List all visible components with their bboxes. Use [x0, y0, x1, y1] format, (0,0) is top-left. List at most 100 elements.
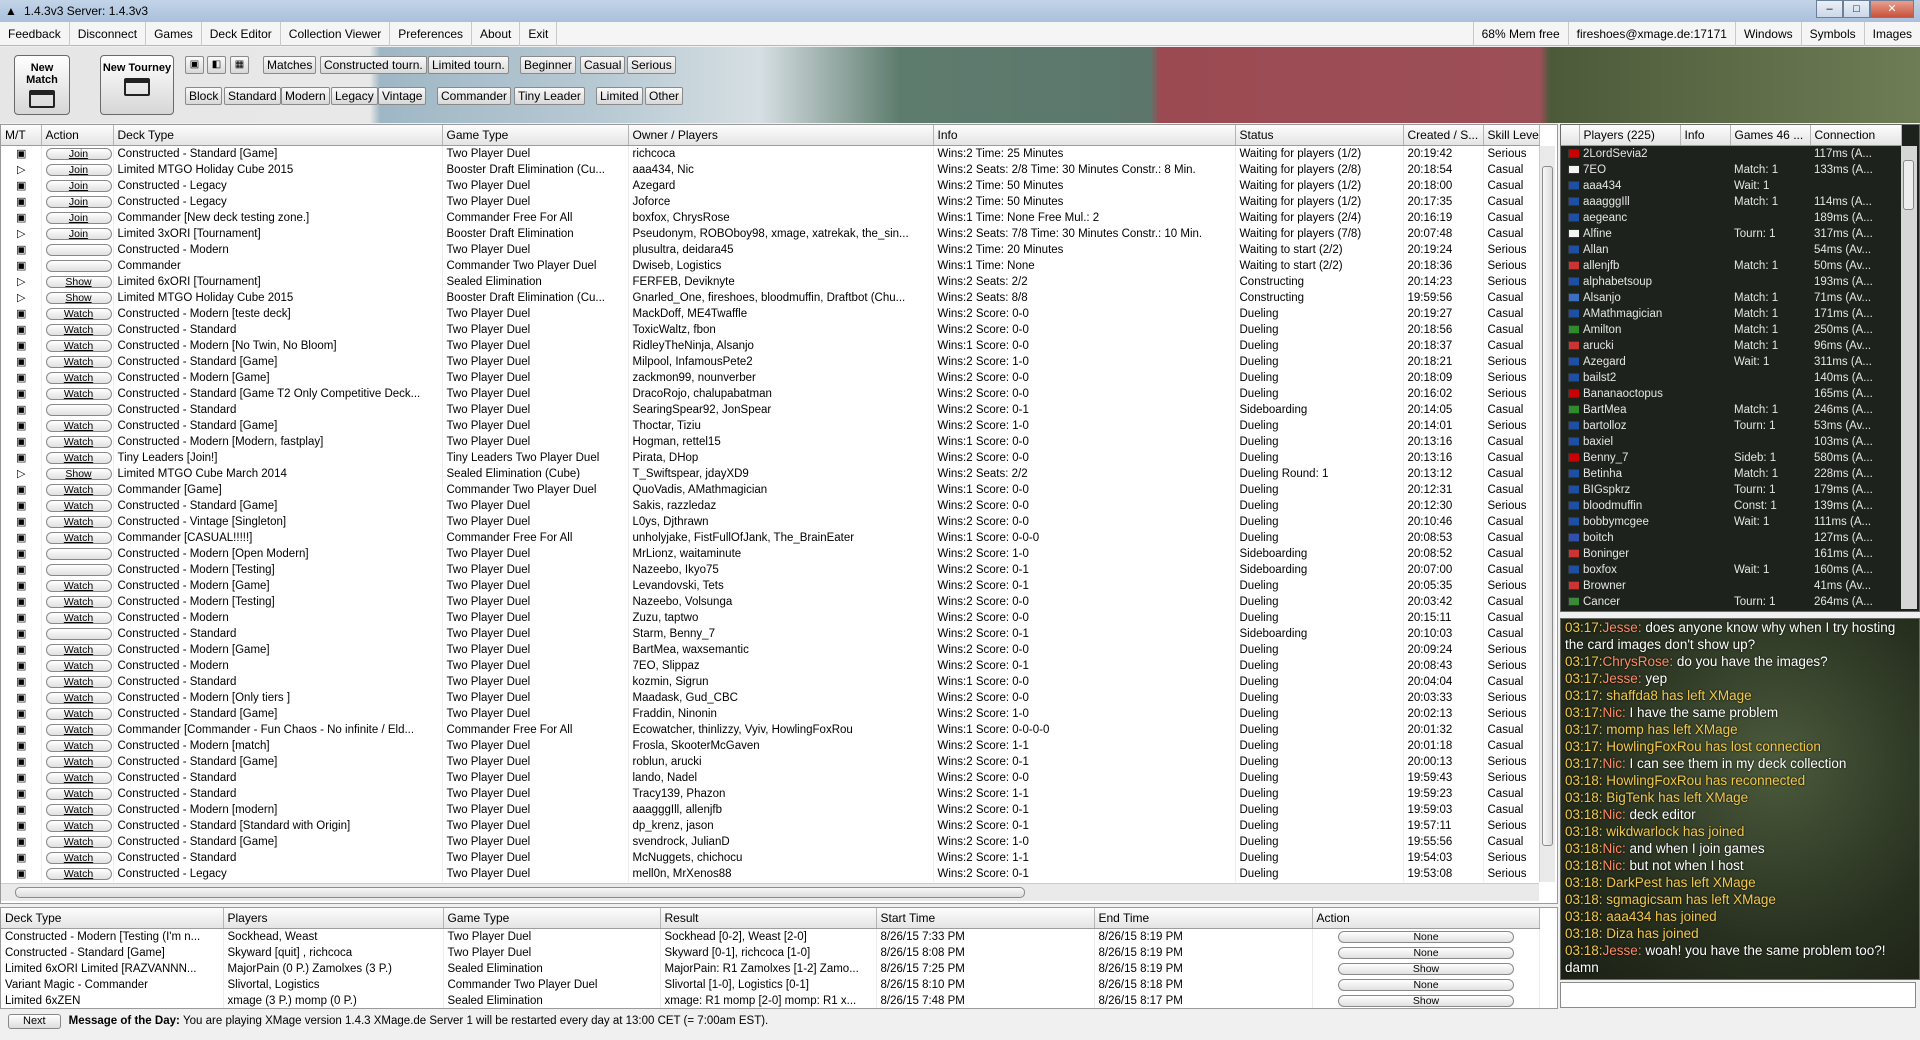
column-header[interactable]: Owner / Players [628, 125, 934, 146]
player-row[interactable]: aaagggIll Match: 1 114ms (A... [1561, 194, 1901, 210]
table-row[interactable]: ▣ Watch Constructed - Modern [Game] Two Pla… [1, 641, 1540, 658]
action-button-empty[interactable] [45, 627, 112, 640]
action-button-watch[interactable]: Watch [45, 643, 112, 656]
column-header[interactable]: Game Type [442, 125, 629, 146]
action-button-watch[interactable]: Watch [45, 867, 112, 880]
table-row[interactable]: ▣ Watch Constructed - Modern [modern] Two P… [1, 801, 1540, 818]
table-row[interactable]: ▣ Constructed - Modern [Testing] Two Playe… [1, 561, 1540, 578]
table-row[interactable]: ▣ Watch Constructed - Modern Two Player Due… [1, 657, 1540, 674]
action-button-watch[interactable]: Watch [45, 531, 112, 544]
action-button-watch[interactable]: Watch [45, 659, 112, 672]
filter-matches[interactable]: Matches [263, 56, 317, 74]
action-button-watch[interactable]: Watch [45, 739, 112, 752]
table-row[interactable]: ▷ Join Limited MTGO Holiday Cube 2015 Boost… [1, 161, 1540, 178]
filter-standard[interactable]: Standard [224, 87, 281, 105]
column-header[interactable]: Info [933, 125, 1236, 146]
action-button-empty[interactable] [45, 259, 112, 272]
table-row[interactable]: ▣ Watch Constructed - Standard [Game T2 On… [1, 385, 1540, 402]
player-row[interactable]: 7EO Match: 1 133ms (A... [1561, 162, 1901, 178]
scroll-thumb[interactable] [1542, 166, 1553, 846]
action-button-watch[interactable]: Watch [45, 707, 112, 720]
menu-collection-viewer[interactable]: Collection Viewer [281, 21, 391, 46]
table-row[interactable]: ▣ Watch Constructed - Vintage [Singleton] T… [1, 513, 1540, 530]
table-row[interactable]: ▣ Watch Constructed - Modern Two Player Due… [1, 609, 1540, 626]
next-button[interactable]: Next [8, 1013, 61, 1029]
games-horizontal-scrollbar[interactable] [1, 883, 1539, 901]
player-row[interactable]: Boninger 161ms (A... [1561, 546, 1901, 562]
player-row[interactable]: Allan 54ms (Av... [1561, 242, 1901, 258]
finished-column-header[interactable]: Deck Type [1, 908, 224, 929]
action-button-join[interactable]: Join [45, 195, 112, 208]
table-row[interactable]: ▣ Watch Tiny Leaders [Join!] Tiny Leaders T… [1, 449, 1540, 466]
finished-row[interactable]: Limited 6xORI Limited [RAZVANNN... MajorP… [1, 960, 1540, 977]
column-header[interactable]: Skill Leve [1483, 125, 1540, 146]
table-row[interactable]: ▣ Watch Constructed - Standard [Standard w… [1, 817, 1540, 834]
players-column-header[interactable]: Info [1680, 125, 1731, 146]
table-row[interactable]: ▣ Join Constructed - Standard [Game] Two Pl… [1, 145, 1540, 162]
table-row[interactable]: ▣ Constructed - Modern Two Player Duel plus… [1, 241, 1540, 258]
menu-feedback[interactable]: Feedback [0, 21, 70, 46]
action-button-watch[interactable]: Watch [45, 483, 112, 496]
table-row[interactable]: ▣ Watch Constructed - Standard Two Player D… [1, 769, 1540, 786]
action-button-watch[interactable]: Watch [45, 419, 112, 432]
table-row[interactable]: ▣ Constructed - Modern [Open Modern] Two P… [1, 545, 1540, 562]
table-row[interactable]: ▣ Watch Constructed - Standard [Game] Two P… [1, 497, 1540, 514]
players-scrollbar[interactable] [1901, 146, 1917, 609]
action-button-join[interactable]: Join [45, 179, 112, 192]
action-button-watch[interactable]: Watch [45, 803, 112, 816]
table-row[interactable]: ▣ Watch Constructed - Standard Two Player D… [1, 785, 1540, 802]
action-button-watch[interactable]: Watch [45, 595, 112, 608]
action-button-empty[interactable] [45, 243, 112, 256]
filter-limited[interactable]: Limited [596, 87, 643, 105]
close-icon[interactable]: ✕ [1870, 0, 1914, 18]
table-row[interactable]: ▣ Join Constructed - Legacy Two Player Duel… [1, 177, 1540, 194]
action-button-join[interactable]: Join [45, 227, 112, 240]
table-row[interactable]: ▣ Watch Constructed - Standard [Game] Two P… [1, 353, 1540, 370]
table-row[interactable]: ▣ Join Constructed - Legacy Two Player Duel… [1, 193, 1540, 210]
player-row[interactable]: bartolloz Tourn: 1 53ms (Av... [1561, 418, 1901, 434]
filter-all-icon[interactable]: ▦ [230, 56, 249, 74]
filter-constructed-tourn[interactable]: Constructed tourn. [320, 56, 427, 74]
action-button-join[interactable]: Join [45, 163, 112, 176]
table-row[interactable]: ▷ Show Limited 6xORI [Tournament] Sealed El… [1, 273, 1540, 290]
menu-exit[interactable]: Exit [520, 21, 558, 46]
player-row[interactable]: Browner 41ms (Av... [1561, 578, 1901, 594]
games-vertical-scrollbar[interactable] [1539, 146, 1555, 882]
maximize-icon[interactable]: □ [1843, 0, 1870, 18]
action-button-watch[interactable]: Watch [45, 723, 112, 736]
player-row[interactable]: boxfox Wait: 1 160ms (A... [1561, 562, 1901, 578]
player-row[interactable]: BartMea Match: 1 246ms (A... [1561, 402, 1901, 418]
player-row[interactable]: bobbymcgee Wait: 1 111ms (A... [1561, 514, 1901, 530]
table-row[interactable]: ▣ Watch Constructed - Modern [No Twin, No … [1, 337, 1540, 354]
table-row[interactable]: ▣ Watch Constructed - Standard [Game] Two P… [1, 417, 1540, 434]
players-column-header[interactable]: Players (225) [1579, 125, 1681, 146]
action-button-watch[interactable]: Watch [45, 307, 112, 320]
table-row[interactable]: ▣ Watch Constructed - Modern [Game] Two Pla… [1, 369, 1540, 386]
filter-commander[interactable]: Commander [437, 87, 512, 105]
action-button-empty[interactable] [45, 547, 112, 560]
finished-column-header[interactable]: Players [223, 908, 444, 929]
finished-action-button[interactable]: Show [1338, 962, 1514, 975]
table-row[interactable]: ▣ Commander Commander Two Player Duel Dwise… [1, 257, 1540, 274]
finished-column-header[interactable]: Action [1312, 908, 1540, 929]
menu-disconnect[interactable]: Disconnect [70, 21, 147, 46]
table-row[interactable]: ▣ Watch Constructed - Standard [Game] Two P… [1, 753, 1540, 770]
finished-column-header[interactable]: Result [660, 908, 877, 929]
player-row[interactable]: Amilton Match: 1 250ms (A... [1561, 322, 1901, 338]
filter-vintage[interactable]: Vintage [378, 87, 427, 105]
table-row[interactable]: ▷ Show Limited MTGO Holiday Cube 2015 Boost… [1, 289, 1540, 306]
table-row[interactable]: ▣ Watch Constructed - Modern [Testing] Two … [1, 593, 1540, 610]
action-button-empty[interactable] [45, 403, 112, 416]
menu-deck-editor[interactable]: Deck Editor [202, 21, 281, 46]
finished-action-button[interactable]: None [1338, 946, 1514, 959]
finished-action-button[interactable]: None [1338, 978, 1514, 991]
action-button-watch[interactable]: Watch [45, 771, 112, 784]
action-button-watch[interactable]: Watch [45, 515, 112, 528]
table-row[interactable]: ▣ Watch Constructed - Legacy Two Player Due… [1, 865, 1540, 882]
column-header[interactable]: Action [41, 125, 114, 146]
table-row[interactable]: ▣ Watch Commander [Game] Commander Two Play… [1, 481, 1540, 498]
table-row[interactable]: ▣ Constructed - Standard Two Player Duel St… [1, 625, 1540, 642]
new-match-button[interactable]: New Match [14, 55, 70, 115]
menu-games[interactable]: Games [146, 21, 202, 46]
action-button-watch[interactable]: Watch [45, 691, 112, 704]
